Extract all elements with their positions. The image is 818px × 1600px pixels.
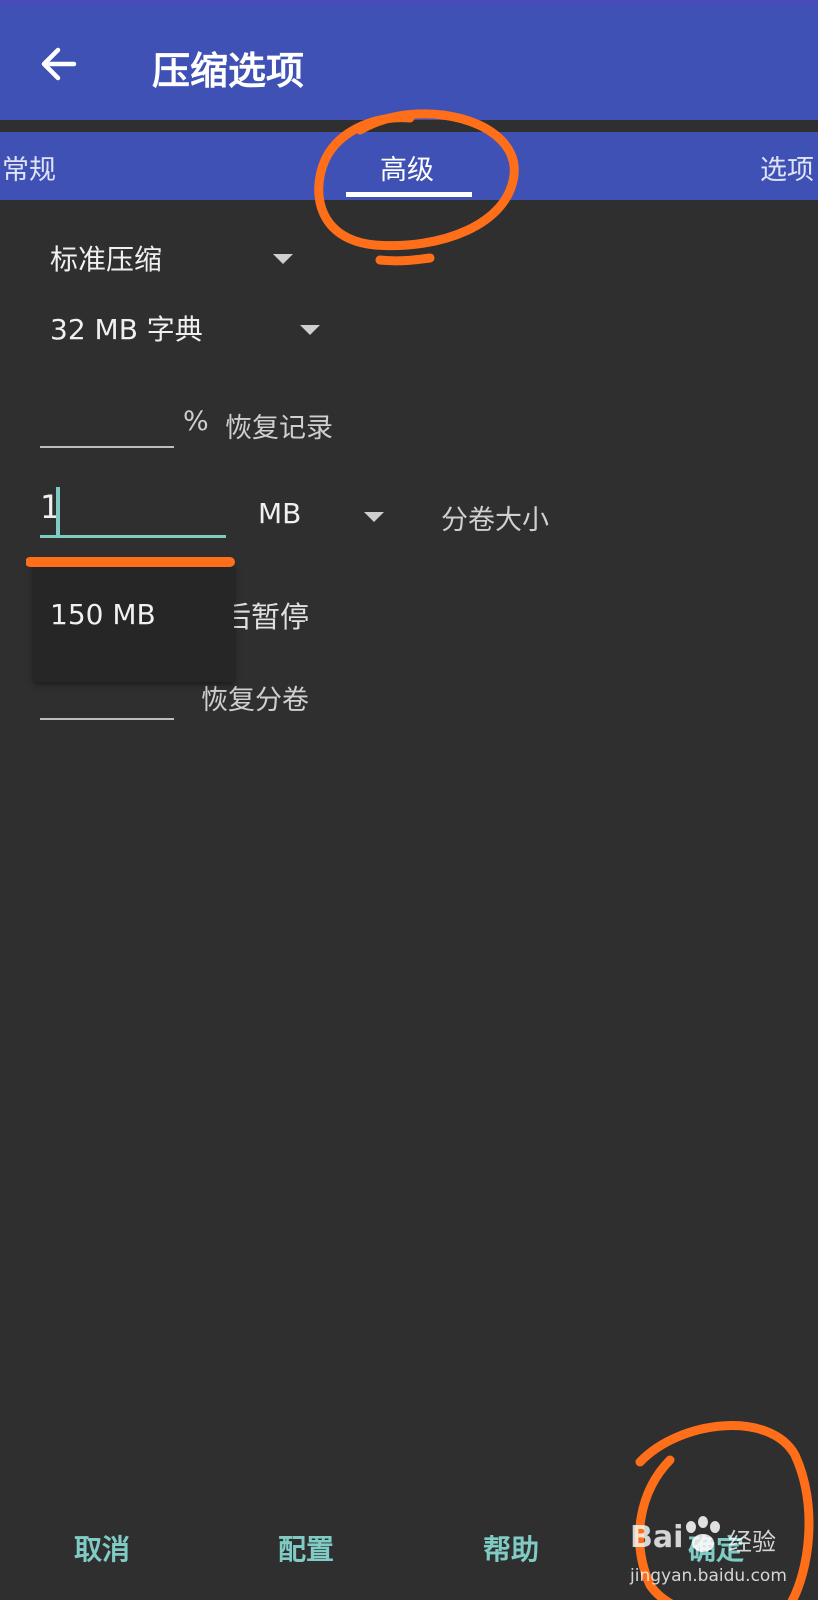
watermark-brand-text: 经验 bbox=[728, 1528, 776, 1556]
volume-size-input[interactable]: 1 bbox=[40, 480, 226, 538]
help-button[interactable]: 帮助 bbox=[483, 1528, 539, 1568]
volume-unit-value: MB bbox=[258, 497, 302, 530]
cancel-button[interactable]: 取消 bbox=[74, 1528, 130, 1568]
chevron-down-icon bbox=[273, 254, 293, 264]
volume-size-suggestions-popup: 150 MB bbox=[34, 564, 234, 682]
recovery-volumes-input[interactable] bbox=[40, 718, 174, 720]
dictionary-size-value: 32 MB 字典 bbox=[50, 313, 203, 346]
volume-size-label: 分卷大小 bbox=[441, 505, 549, 536]
app-bar: 压缩选项 bbox=[0, 0, 818, 120]
page-title: 压缩选项 bbox=[152, 49, 305, 93]
chevron-down-icon bbox=[300, 325, 320, 335]
volume-size-option[interactable]: 150 MB bbox=[50, 598, 156, 631]
recovery-record-unit: % bbox=[183, 406, 209, 437]
recovery-volumes-label: 恢复分卷 bbox=[201, 685, 309, 716]
tab-options[interactable]: 选项 bbox=[760, 148, 814, 187]
divider bbox=[0, 120, 818, 132]
recovery-record-label: 恢复记录 bbox=[225, 413, 333, 444]
tab-advanced[interactable]: 高级 bbox=[380, 148, 434, 187]
text-cursor bbox=[56, 487, 60, 537]
recovery-record-input[interactable] bbox=[40, 446, 174, 448]
watermark-url: jingyan.baidu.com bbox=[630, 1566, 787, 1586]
pause-after-volume-label: 后暂停 bbox=[222, 600, 310, 634]
tab-general[interactable]: 常规 bbox=[2, 148, 56, 187]
arrow-left-icon[interactable] bbox=[36, 42, 80, 86]
tab-indicator bbox=[346, 192, 472, 197]
watermark-logo-text: Bai bbox=[630, 1520, 684, 1555]
chevron-down-icon bbox=[364, 512, 384, 522]
profiles-button[interactable]: 配置 bbox=[278, 1528, 334, 1568]
tab-bar: 常规 高级 选项 bbox=[0, 132, 818, 200]
compression-method-value: 标准压缩 bbox=[50, 243, 163, 276]
